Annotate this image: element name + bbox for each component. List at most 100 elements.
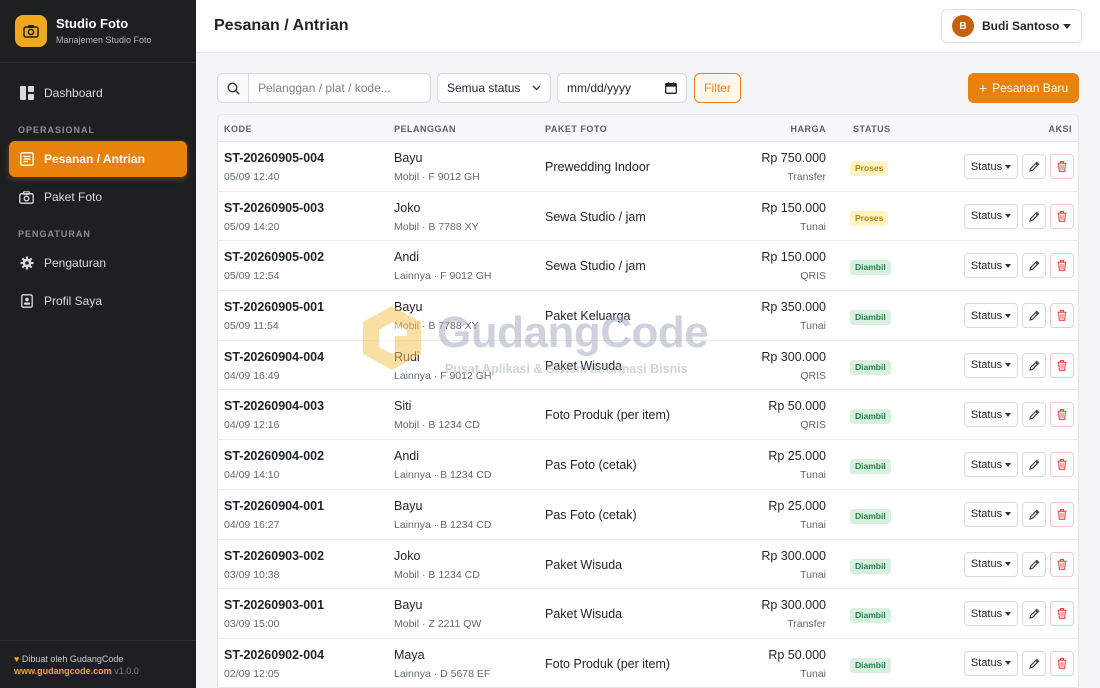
edit-button[interactable] — [1022, 650, 1046, 676]
change-status-button[interactable]: Status — [964, 154, 1018, 179]
delete-button[interactable] — [1050, 452, 1074, 478]
date-filter-input[interactable]: mm/dd/yyyy — [557, 73, 687, 103]
edit-button[interactable] — [1022, 352, 1046, 378]
footer-made-by: Dibuat oleh GudangCode — [21, 654, 124, 664]
edit-button[interactable] — [1022, 551, 1046, 577]
new-order-button[interactable]: + Pesanan Baru — [968, 73, 1079, 103]
edit-button[interactable] — [1022, 452, 1046, 478]
delete-button[interactable] — [1050, 402, 1074, 428]
pencil-icon — [1028, 260, 1039, 272]
avatar: B — [952, 15, 974, 37]
user-name: Budi Santoso — [982, 19, 1060, 33]
edit-button[interactable] — [1022, 154, 1046, 179]
trash-icon — [1057, 359, 1067, 371]
trash-icon — [1057, 508, 1067, 520]
order-price: Rp 300.000 — [761, 598, 826, 613]
change-status-button[interactable]: Status — [964, 601, 1018, 627]
table-row[interactable]: ST-20260905-002 05/09 12:54 Andi Lainnya · … — [218, 241, 1078, 292]
delete-button[interactable] — [1050, 650, 1074, 676]
order-code: ST-20260904-004 — [224, 349, 325, 364]
search-input[interactable] — [249, 74, 429, 102]
status-badge: Diambil — [850, 409, 891, 425]
change-status-button[interactable]: Status — [964, 253, 1018, 279]
sidebar-item-settings[interactable]: Pengaturan — [9, 245, 187, 281]
status-badge: Proses — [850, 161, 889, 176]
pencil-icon — [1028, 211, 1039, 222]
customer-name: Bayu — [394, 300, 423, 315]
edit-button[interactable] — [1022, 501, 1046, 527]
table-header: KODE PELANGGAN PAKET FOTO HARGA STATUS A… — [218, 115, 1078, 142]
table-row[interactable]: ST-20260905-003 05/09 14:20 Joko Mobil · B … — [218, 192, 1078, 242]
change-status-button[interactable]: Status — [964, 303, 1018, 329]
brand[interactable]: Studio Foto Manajemen Studio Foto — [0, 0, 196, 63]
payment-method: QRIS — [800, 419, 826, 432]
customer-name: Bayu — [394, 598, 423, 613]
delete-button[interactable] — [1050, 253, 1074, 279]
status-badge: Diambil — [850, 459, 891, 475]
change-status-button[interactable]: Status — [964, 452, 1018, 478]
footer-site-link[interactable]: www.gudangcode.com — [14, 666, 112, 676]
change-status-button[interactable]: Status — [964, 203, 1018, 229]
table-row[interactable]: ST-20260903-002 03/09 10:38 Joko Mobil · B … — [218, 540, 1078, 590]
delete-button[interactable] — [1050, 601, 1074, 627]
order-price: Rp 50.000 — [768, 647, 826, 662]
table-row[interactable]: ST-20260905-004 05/09 12:40 Bayu Mobil · F … — [218, 142, 1078, 192]
status-badge: Diambil — [850, 608, 891, 624]
delete-button[interactable] — [1050, 203, 1074, 229]
table-row[interactable]: ST-20260904-001 04/09 16:27 Bayu Lainnya · … — [218, 490, 1078, 540]
delete-button[interactable] — [1050, 551, 1074, 577]
customer-vehicle: Lainnya · F 9012 GH — [394, 270, 492, 283]
change-status-button[interactable]: Status — [964, 352, 1018, 378]
sidebar-item-packages[interactable]: Paket Foto — [9, 179, 187, 215]
delete-button[interactable] — [1050, 303, 1074, 329]
payment-method: Transfer — [787, 618, 826, 631]
status-filter-select[interactable]: Semua status — [437, 73, 551, 103]
section-label-operasional: OPERASIONAL — [18, 125, 96, 135]
table-row[interactable]: ST-20260904-004 04/09 16:49 Rudi Lainnya · … — [218, 341, 1078, 391]
sidebar-nav: Dashboard OPERASIONAL Pesanan / Antrian … — [0, 63, 196, 319]
order-price: Rp 25.000 — [768, 449, 826, 464]
change-status-button[interactable]: Status — [964, 402, 1018, 428]
order-code: ST-20260905-002 — [224, 250, 325, 265]
edit-button[interactable] — [1022, 203, 1046, 229]
order-code: ST-20260904-002 — [224, 449, 325, 464]
trash-icon — [1057, 608, 1067, 620]
sidebar-item-profile[interactable]: Profil Saya — [9, 283, 187, 319]
edit-button[interactable] — [1022, 303, 1046, 329]
user-menu-button[interactable]: B Budi Santoso — [941, 9, 1082, 43]
search-icon — [218, 74, 249, 102]
edit-button[interactable] — [1022, 601, 1046, 627]
table-body: ST-20260905-004 05/09 12:40 Bayu Mobil · F … — [218, 142, 1078, 687]
change-status-button[interactable]: Status — [964, 551, 1018, 577]
edit-button[interactable] — [1022, 253, 1046, 279]
change-status-button[interactable]: Status — [964, 650, 1018, 676]
customer-vehicle: Mobil · B 7788 XY — [394, 320, 479, 333]
payment-method: Tunai — [800, 469, 826, 482]
sidebar-item-dashboard[interactable]: Dashboard — [9, 75, 187, 111]
customer-name: Joko — [394, 200, 421, 215]
heart-icon: ♥ — [14, 654, 20, 664]
status-badge: Diambil — [850, 657, 891, 673]
table-row[interactable]: ST-20260905-001 05/09 11:54 Bayu Mobil · B … — [218, 291, 1078, 341]
table-row[interactable]: ST-20260904-002 04/09 14:10 Andi Lainnya · … — [218, 440, 1078, 490]
delete-button[interactable] — [1050, 352, 1074, 378]
column-header-status: STATUS — [853, 124, 891, 134]
sidebar-item-orders[interactable]: Pesanan / Antrian — [9, 141, 187, 177]
delete-button[interactable] — [1050, 501, 1074, 527]
order-datetime: 03/09 10:38 — [224, 568, 280, 581]
payment-method: Tunai — [800, 518, 826, 531]
delete-button[interactable] — [1050, 154, 1074, 179]
table-row[interactable]: ST-20260904-003 04/09 12:16 Siti Mobil · B … — [218, 390, 1078, 441]
filter-button[interactable]: Filter — [694, 73, 741, 103]
package-name: Pas Foto (cetak) — [545, 458, 637, 473]
payment-method: Tunai — [800, 220, 826, 233]
table-row[interactable]: ST-20260903-001 03/09 15:00 Bayu Mobil · Z … — [218, 589, 1078, 639]
change-status-button[interactable]: Status — [964, 501, 1018, 527]
customer-vehicle: Lainnya · B 1234 CD — [394, 518, 492, 531]
change-status-label: Status — [970, 309, 1003, 322]
table-row[interactable]: ST-20260902-004 02/09 12:05 Maya Lainnya · … — [218, 639, 1078, 687]
edit-button[interactable] — [1022, 402, 1046, 428]
customer-name: Bayu — [394, 151, 423, 165]
brand-title: Studio Foto — [56, 15, 129, 31]
customer-name: Bayu — [394, 498, 423, 513]
